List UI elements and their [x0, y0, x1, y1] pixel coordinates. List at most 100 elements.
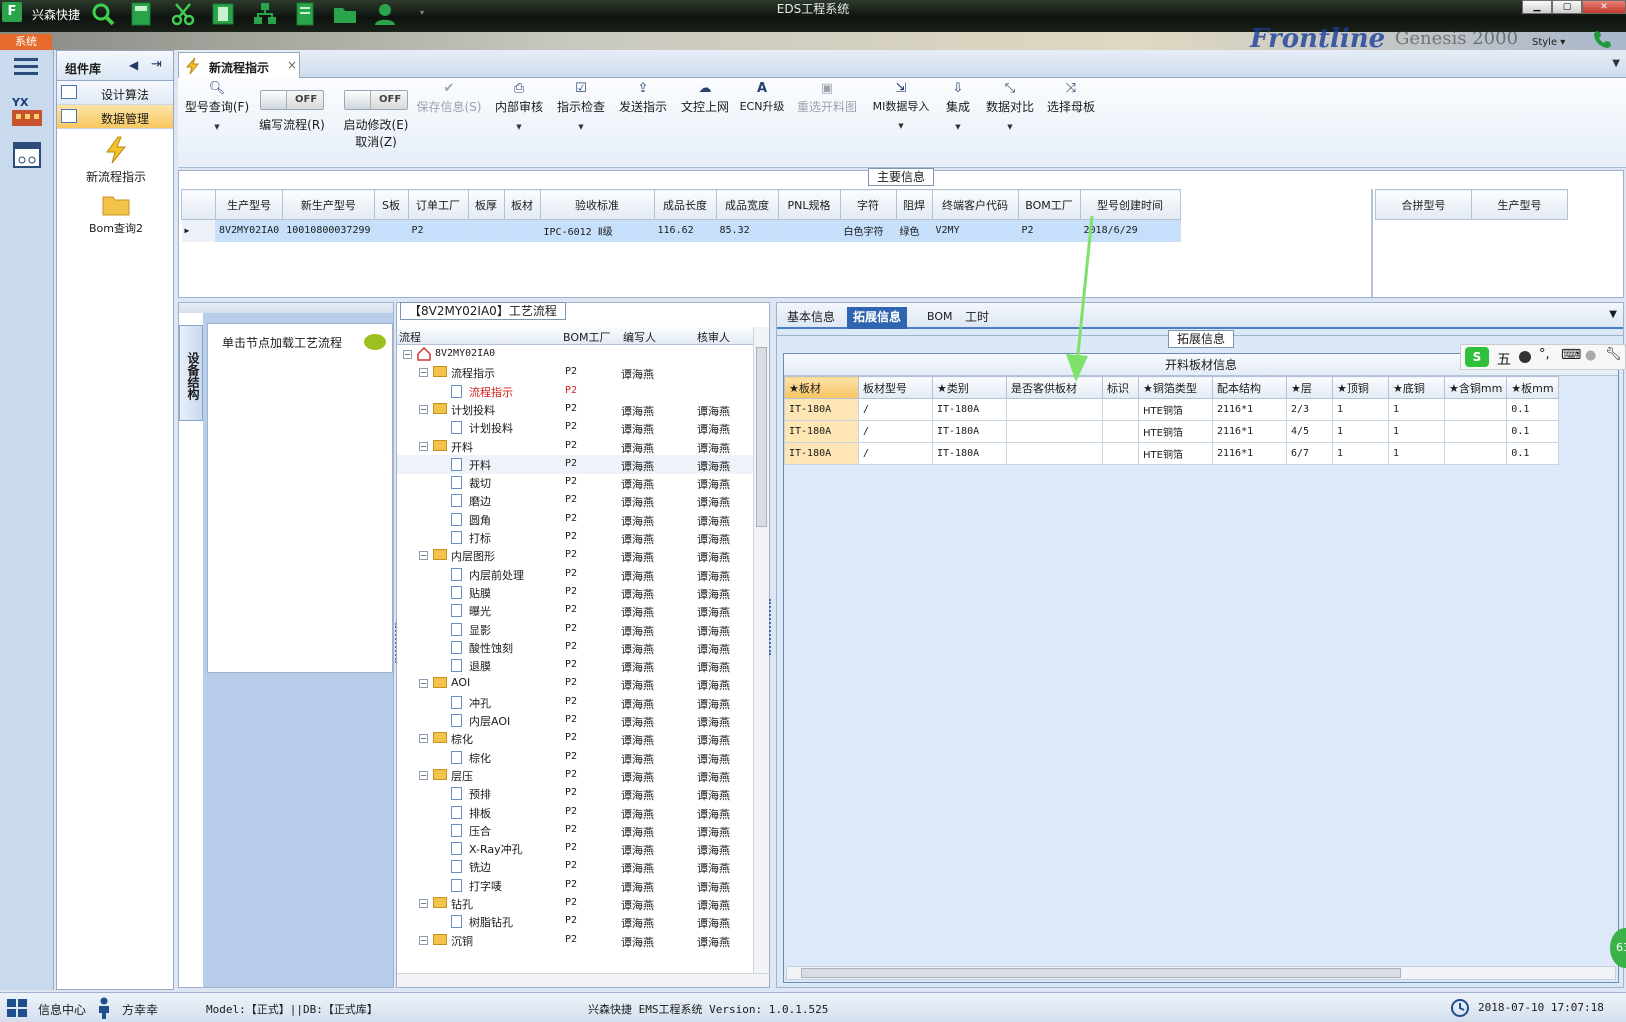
column-header[interactable]: S板 [373, 189, 409, 220]
table-cell[interactable] [1443, 420, 1508, 443]
column-header[interactable]: 生产型号 [214, 189, 284, 220]
minimize-button[interactable]: ▁ [1522, 0, 1552, 14]
save-info-button[interactable]: ✔ 保存信息(S) [414, 78, 484, 115]
collapse-left-icon[interactable]: ◀ [129, 58, 138, 72]
write-flow-toggle[interactable]: OFF [260, 90, 324, 110]
column-header[interactable]: 配本结构 [1212, 376, 1287, 399]
ime-mode-label[interactable]: 五 [1497, 349, 1511, 369]
column-header[interactable]: 板材 [503, 189, 541, 220]
table-cell[interactable] [468, 219, 505, 242]
dropdown-arrow-icon[interactable]: ▼ [552, 123, 610, 131]
start-modify-toggle[interactable]: OFF [344, 90, 408, 110]
ime-logo-icon[interactable]: S [1465, 347, 1489, 367]
table-cell[interactable]: HTE铜箔 [1138, 398, 1213, 421]
tree-node[interactable]: 磨边 P2 谭海燕 谭海燕 [397, 491, 753, 510]
reselect-cut-map-button[interactable]: ▣ 重选开料图 [792, 78, 862, 115]
column-header[interactable]: 新生产型号 [282, 189, 375, 220]
ime-comma-icon[interactable]: °, [1539, 347, 1550, 362]
tree-node[interactable]: 退膜 P2 谭海燕 谭海燕 [397, 656, 753, 675]
table-row[interactable]: IT-180A / IT-180A HTE铜箔 2116*1 4/5 1 1 0.1 [784, 420, 1559, 443]
maximize-button[interactable]: ▢ [1552, 0, 1582, 14]
column-header[interactable]: 标识 [1102, 376, 1139, 399]
column-header[interactable]: 生产型号 [1471, 189, 1568, 220]
calendar-icon[interactable] [12, 140, 42, 170]
column-header[interactable]: ★层 [1286, 376, 1333, 399]
tab-extended-info[interactable]: 拓展信息 [847, 307, 908, 329]
info-center-link[interactable]: 信息中心 [38, 1001, 86, 1018]
table-cell[interactable]: IT-180A [932, 442, 1007, 465]
tree-node[interactable]: − 钻孔 P2 谭海燕 谭海燕 [397, 894, 753, 913]
table-cell[interactable]: / [858, 442, 933, 465]
windows-grid-icon[interactable] [6, 998, 28, 1018]
column-header[interactable]: 终端客户代码 [931, 189, 1019, 220]
table-row[interactable]: ▶ 8V2MY02IA0 10010800037299 P2 IPC-6012 Ⅱ级 11… [181, 219, 1181, 242]
table-cell[interactable]: IT-180A [932, 420, 1007, 443]
tab-basic-info[interactable]: 基本信息 [781, 307, 841, 329]
column-header[interactable]: 成品宽度 [715, 189, 779, 220]
dropdown-arrow-icon[interactable]: ▼ [490, 123, 548, 131]
phone-icon[interactable] [1592, 28, 1614, 50]
table-cell[interactable]: 1 [1332, 442, 1389, 465]
collapse-toggle[interactable]: − [419, 770, 428, 780]
instruction-check-button[interactable]: ☑ 指示检查 ▼ [552, 78, 610, 131]
col-reviewer[interactable]: 核审人 [697, 329, 730, 345]
vertical-scrollbar[interactable] [753, 327, 769, 973]
tree-node[interactable]: 内层AOI P2 谭海燕 谭海燕 [397, 711, 753, 730]
column-header[interactable]: 字符 [839, 189, 897, 220]
collapse-toggle[interactable]: − [419, 935, 428, 945]
table-cell[interactable] [1006, 420, 1103, 443]
table-cell[interactable]: 1 [1332, 420, 1389, 443]
column-header[interactable]: 阻焊 [895, 189, 933, 220]
table-row[interactable]: IT-180A / IT-180A HTE铜箔 2116*1 2/3 1 1 0.1 [784, 398, 1559, 421]
table-cell[interactable]: 6/7 [1286, 442, 1333, 465]
col-writer[interactable]: 编写人 [623, 329, 656, 345]
tree-node[interactable]: 计划投料 P2 谭海燕 谭海燕 [397, 418, 753, 437]
tree-node[interactable]: − 沉铜 P2 谭海燕 谭海燕 [397, 931, 753, 950]
tree-node[interactable]: 排板 P2 谭海燕 谭海燕 [397, 803, 753, 822]
tree-node[interactable]: − 开料 P2 谭海燕 谭海燕 [397, 437, 753, 456]
library-item[interactable]: 设计算法 [57, 81, 173, 105]
table-row[interactable]: IT-180A / IT-180A HTE铜箔 2116*1 6/7 1 1 0.1 [784, 442, 1559, 465]
model-query-button[interactable]: 🔍︎ 型号查询(F) ▼ [182, 78, 252, 131]
tree-node[interactable]: − 流程指示 P2 谭海燕 [397, 363, 753, 382]
table-cell[interactable]: HTE铜箔 [1138, 420, 1213, 443]
collapse-toggle[interactable]: − [419, 368, 428, 378]
table-cell[interactable]: 1 [1388, 398, 1445, 421]
column-header[interactable]: ★类别 [932, 376, 1007, 399]
table-cell[interactable] [1006, 442, 1103, 465]
column-header[interactable]: ★板mm [1506, 376, 1559, 399]
table-cell[interactable]: 4/5 [1286, 420, 1333, 443]
tree-node[interactable]: − AOI P2 谭海燕 谭海燕 [397, 674, 753, 693]
tree-node[interactable]: 酸性蚀刻 P2 谭海燕 谭海燕 [397, 638, 753, 657]
col-bom-factory[interactable]: BOM工厂 [563, 329, 611, 345]
collapse-toggle[interactable]: − [419, 551, 428, 561]
table-cell[interactable]: / [858, 398, 933, 421]
library-item[interactable]: 数据管理 [57, 105, 173, 129]
wrench-icon[interactable]: 🔧︎ [1605, 347, 1622, 362]
tree-node[interactable]: 压合 P2 谭海燕 谭海燕 [397, 821, 753, 840]
tab-list-dropdown-icon[interactable]: ▼ [1609, 309, 1617, 320]
table-cell[interactable]: 2116*1 [1212, 398, 1287, 421]
tree-node[interactable]: X-Ray冲孔 P2 谭海燕 谭海燕 [397, 839, 753, 858]
tree-node[interactable]: 内层前处理 P2 谭海燕 谭海燕 [397, 565, 753, 584]
tree-root[interactable]: − 8V2MY02IA0 [397, 345, 753, 364]
dropdown-arrow-icon[interactable]: ▼ [982, 123, 1038, 131]
collapse-toggle[interactable]: − [403, 350, 412, 359]
column-header[interactable]: 验收标准 [539, 189, 655, 220]
collapse-toggle[interactable]: − [419, 734, 428, 744]
table-cell[interactable]: V2MY [932, 219, 1019, 242]
collapse-toggle[interactable]: − [419, 899, 428, 908]
collapse-toggle[interactable]: − [419, 404, 428, 414]
tab-new-flow-instruction[interactable]: 新流程指示 × [178, 52, 300, 78]
table-cell[interactable]: 85.32 [716, 219, 779, 242]
collapse-toggle[interactable]: − [419, 679, 428, 689]
table-cell[interactable]: / [858, 420, 933, 443]
user-icon[interactable]: ● [1585, 348, 1596, 363]
dropdown-arrow-icon[interactable]: ▼ [182, 123, 252, 131]
tree-node[interactable]: 打标 P2 谭海燕 谭海燕 [397, 528, 753, 547]
internal-review-button[interactable]: ⎙ 内部审核 ▼ [490, 78, 548, 131]
column-header[interactable]: 订单工厂 [407, 189, 469, 220]
tree-node[interactable]: 打字唛 P2 谭海燕 谭海燕 [397, 876, 753, 895]
table-cell[interactable]: 2/3 [1286, 398, 1333, 421]
table-cell[interactable]: IT-180A [932, 398, 1007, 421]
